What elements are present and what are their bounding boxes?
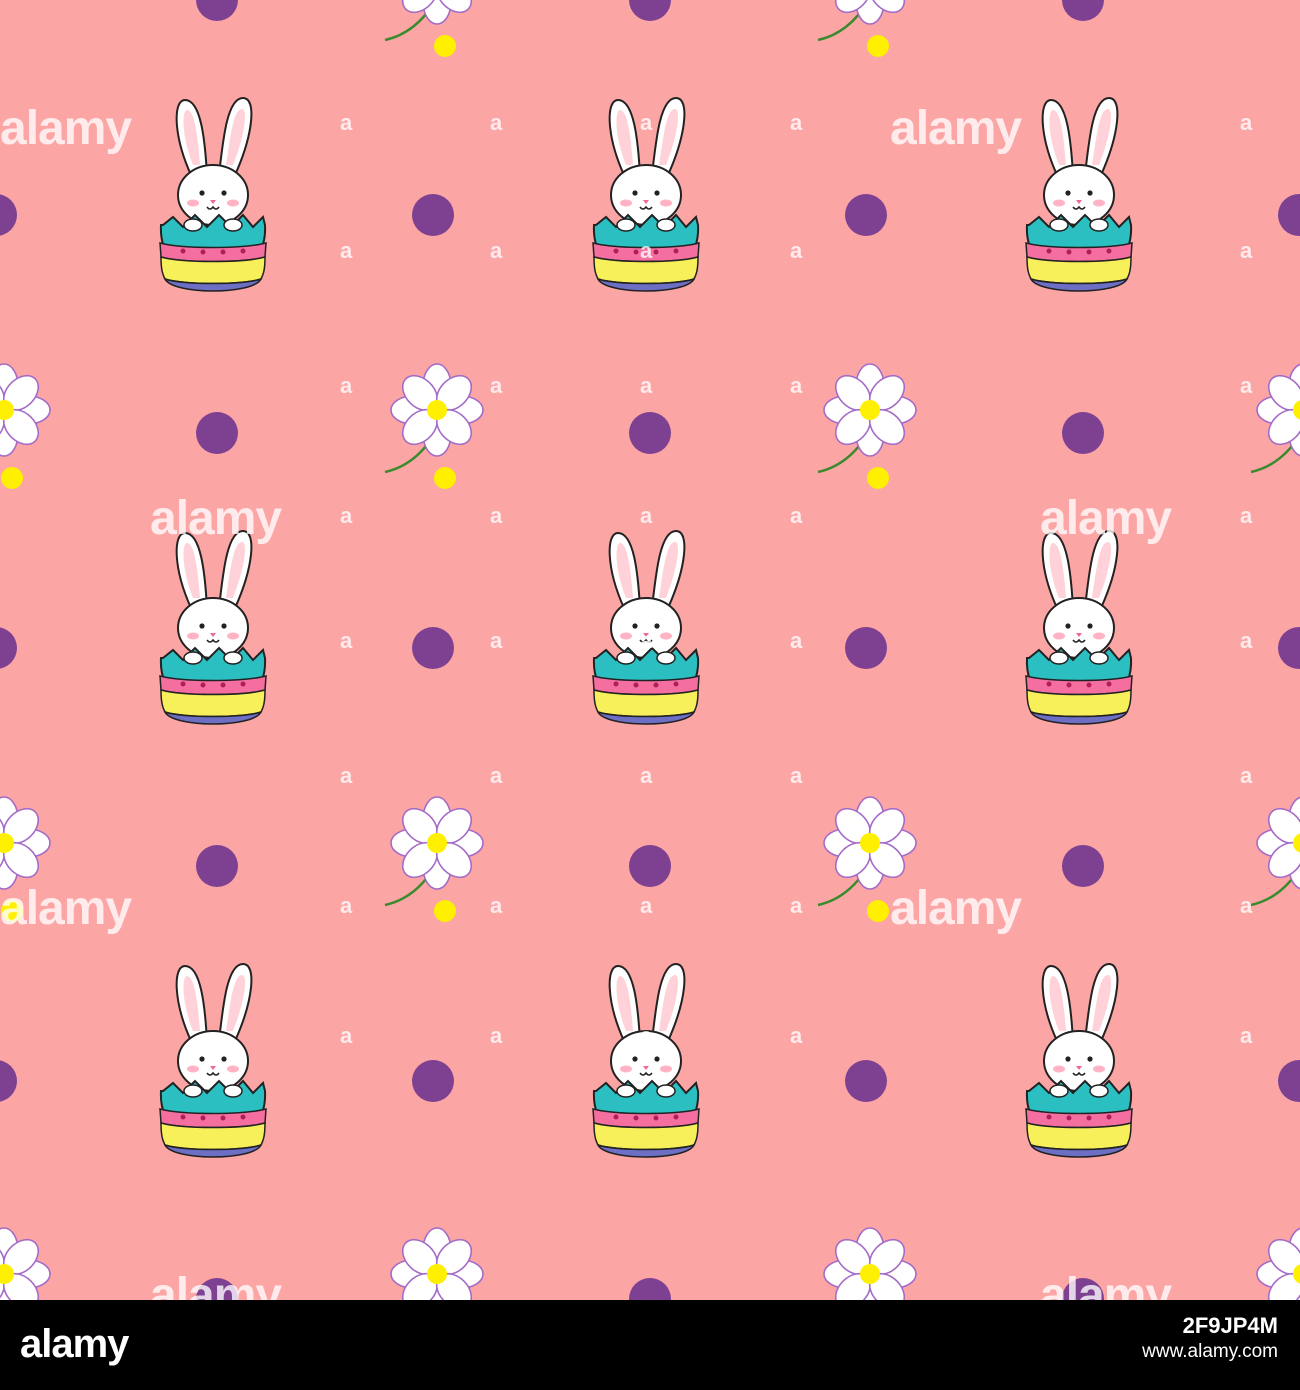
alamy-logo: alamy [20, 1322, 129, 1366]
purple-dot [845, 1060, 887, 1102]
purple-dot [412, 194, 454, 236]
purple-dot [629, 845, 671, 887]
easter-pattern-svg [0, 0, 1300, 1300]
image-id-block: 2F9JP4M www.alamy.com [1142, 1313, 1278, 1363]
purple-dot [196, 412, 238, 454]
purple-dot [629, 412, 671, 454]
purple-dot [196, 845, 238, 887]
purple-dot [845, 194, 887, 236]
purple-dot [1062, 845, 1104, 887]
purple-dot [412, 1060, 454, 1102]
purple-dot [412, 627, 454, 669]
purple-dot [845, 627, 887, 669]
image-id: 2F9JP4M [1182, 1313, 1278, 1338]
site-url: www.alamy.com [1142, 1341, 1278, 1363]
purple-dot [1062, 412, 1104, 454]
footer-bar: alamy 2F9JP4M www.alamy.com [0, 1300, 1300, 1390]
pattern-image: alamy alamy alamy alamy alamy alamy alamy alamy… [0, 0, 1300, 1300]
